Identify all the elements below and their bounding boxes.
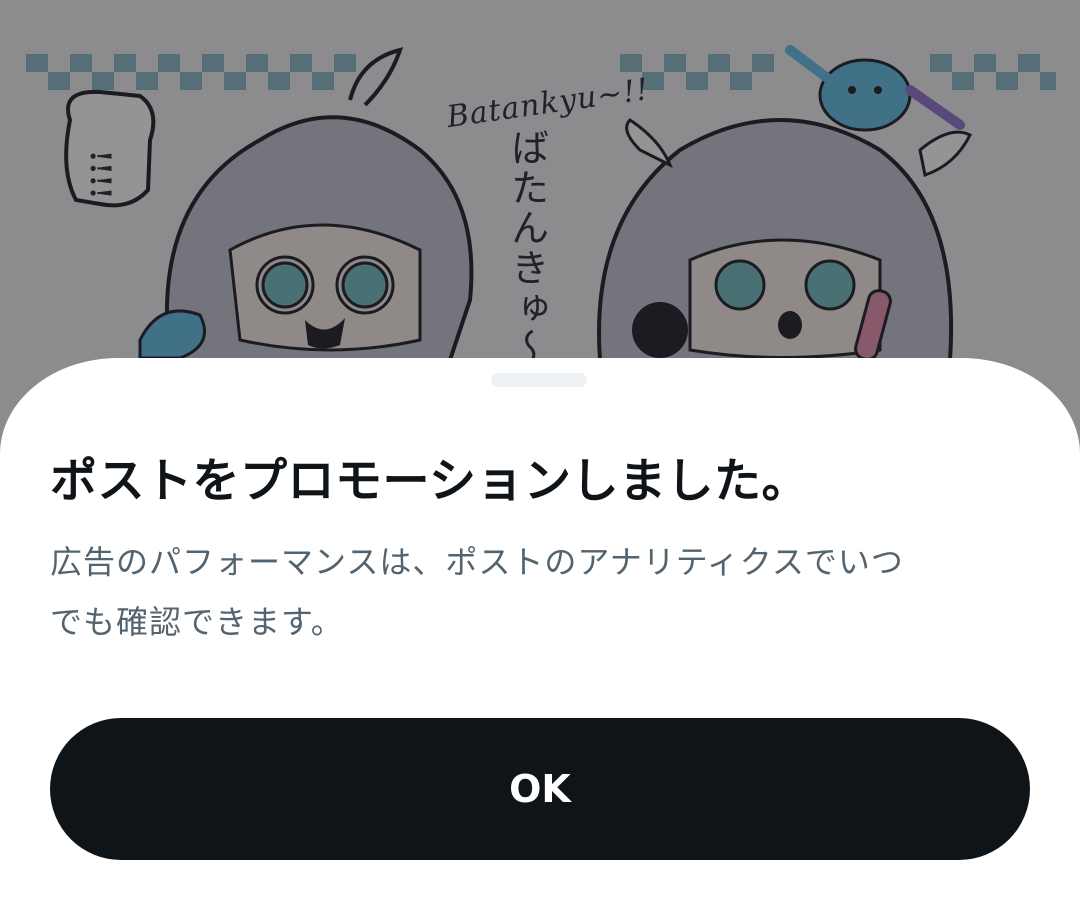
- description-line-2: でも確認できます。: [50, 603, 344, 641]
- screen: Batankyu~!! ばたんきゅ〜 !!!! ポストをプロモーションしました。…: [0, 0, 1080, 914]
- sheet-grabber[interactable]: [491, 373, 587, 387]
- ok-button[interactable]: OK: [50, 718, 1030, 860]
- description-line-1: 広告のパフォーマンスは、ポストのアナリティクスでいつ: [50, 543, 904, 581]
- sheet-title: ポストをプロモーションしました。: [50, 454, 810, 509]
- sheet-description: 広告のパフォーマンスは、ポストのアナリティクスでいつ でも確認できます。: [50, 532, 1010, 652]
- promotion-sheet: ポストをプロモーションしました。 広告のパフォーマンスは、ポストのアナリティクス…: [0, 358, 1080, 914]
